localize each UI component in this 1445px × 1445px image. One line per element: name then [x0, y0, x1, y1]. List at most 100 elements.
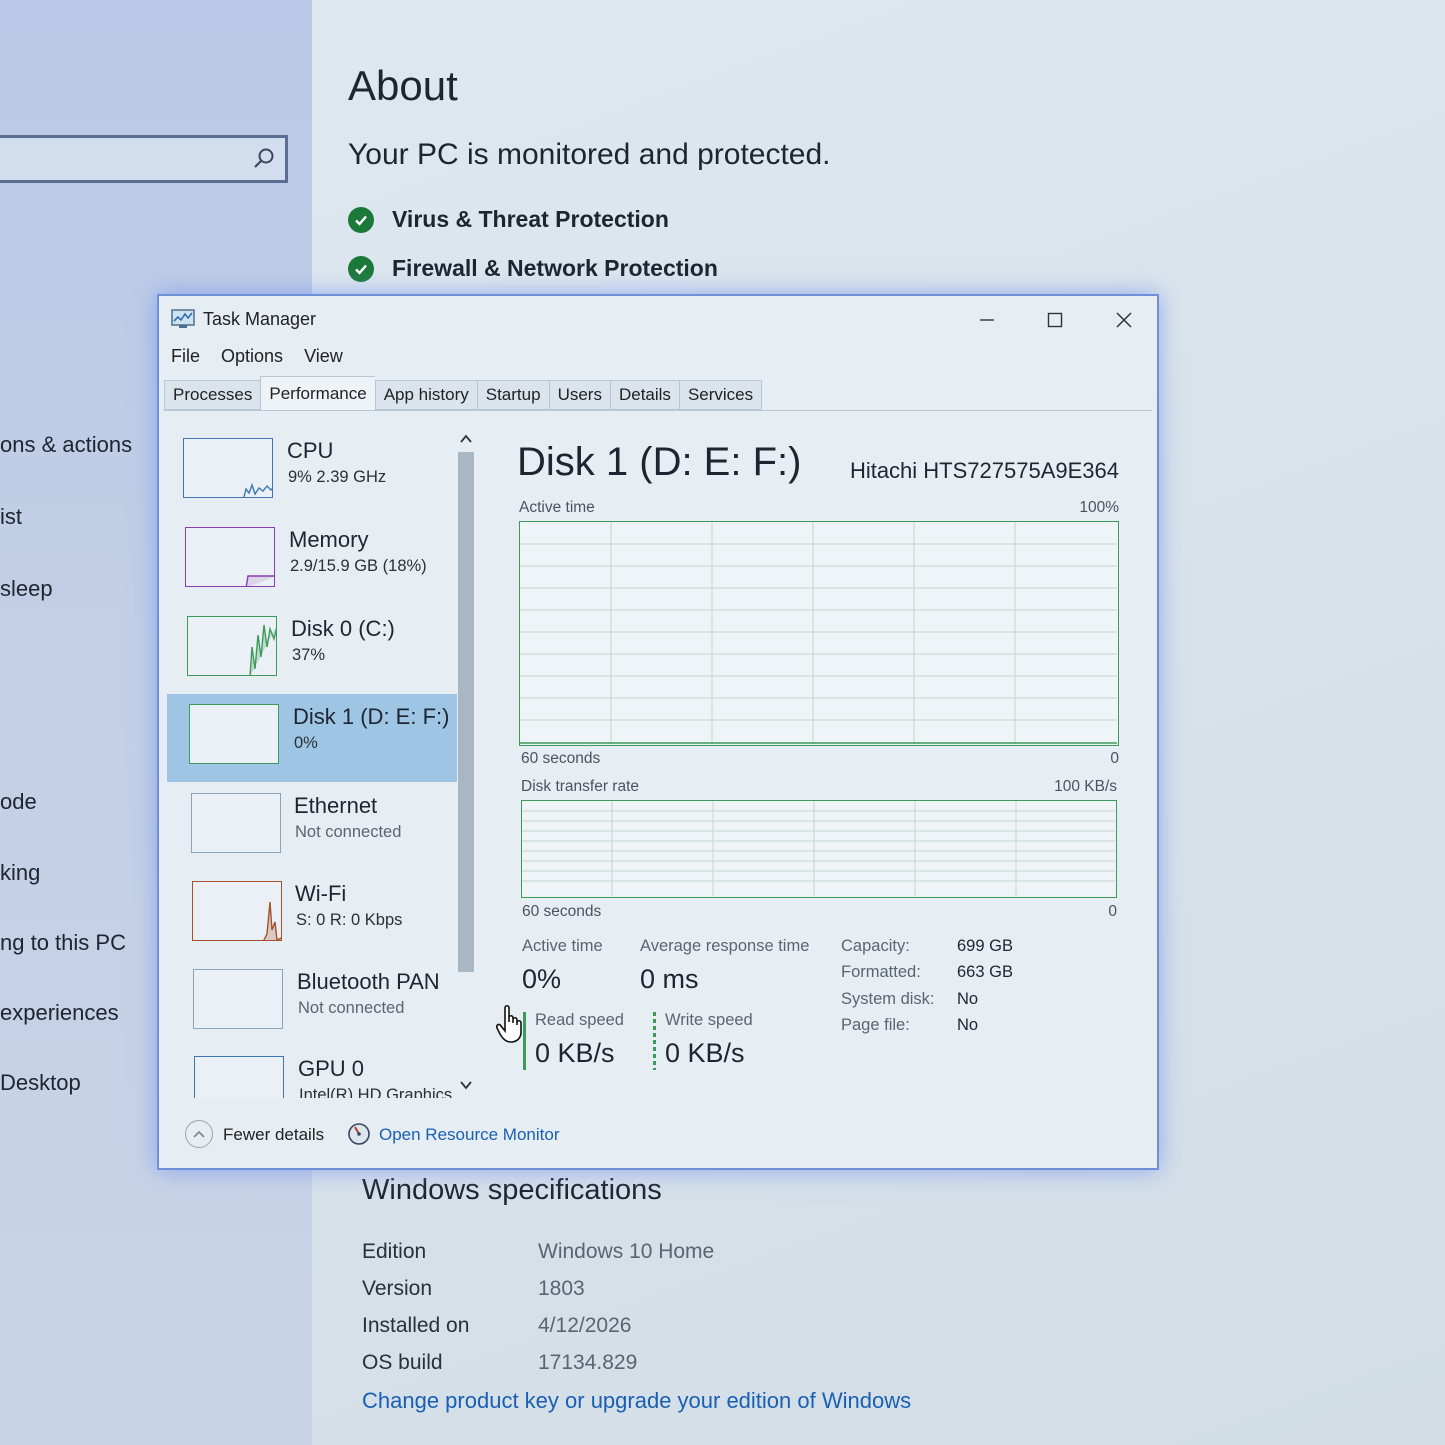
menu-view[interactable]: View	[304, 346, 343, 367]
device-list-scrollbar[interactable]	[455, 428, 477, 1100]
transfer-rate-chart-min: 0	[1108, 903, 1117, 920]
transfer-rate-chart-label: Disk transfer rate	[521, 778, 640, 795]
active-time-value: 0%	[522, 964, 562, 994]
spec-value-os-build: 17134.829	[538, 1351, 638, 1374]
device-subtext: 9% 2.39 GHz	[288, 468, 387, 486]
windows-spec-title: Windows specifications	[362, 1174, 662, 1206]
scroll-down-arrow[interactable]	[458, 1076, 474, 1094]
menu-file[interactable]: File	[171, 346, 200, 367]
resource-monitor-icon[interactable]	[347, 1122, 371, 1146]
device-name: Bluetooth PAN	[297, 969, 440, 994]
gpu-mini-graph	[194, 1056, 284, 1098]
device-name: Wi-Fi	[295, 881, 347, 906]
tab-performance[interactable]: Performance	[260, 376, 375, 410]
write-speed-value: 0 KB/s	[665, 1038, 745, 1068]
check-circle-icon	[348, 255, 374, 282]
scroll-up-arrow[interactable]	[458, 430, 474, 448]
nav-item-tablet-mode[interactable]: ode	[0, 789, 37, 815]
device-name: GPU 0	[298, 1056, 365, 1081]
minimize-button[interactable]	[967, 304, 1007, 336]
capacity-label: Capacity:	[841, 937, 910, 955]
protection-status-text: Your PC is monitored and protected.	[348, 138, 831, 171]
settings-search-input[interactable]	[7, 146, 247, 172]
disk-title: Disk 1 (D: E: F:)	[517, 440, 802, 484]
formatted-label: Formatted:	[841, 963, 921, 981]
close-icon	[1116, 312, 1132, 328]
device-name: CPU	[287, 438, 334, 463]
settings-search-box[interactable]	[0, 135, 288, 183]
scroll-thumb[interactable]	[458, 452, 474, 972]
device-name: Disk 0 (C:)	[291, 616, 395, 641]
system-disk-value: No	[957, 990, 979, 1008]
task-manager-footer: Fewer details Open Resource Monitor	[171, 1118, 1151, 1154]
device-item-bluetooth-pan[interactable]: Bluetooth PAN Not connected	[167, 959, 457, 1047]
spec-label-os-build: OS build	[362, 1351, 443, 1374]
read-speed-value: 0 KB/s	[535, 1038, 615, 1068]
device-item-memory[interactable]: Memory 2.9/15.9 GB (18%)	[167, 517, 457, 605]
device-subtext: 0%	[294, 734, 318, 752]
read-speed-label: Read speed	[535, 1011, 624, 1029]
protection-row-virus[interactable]: Virus & Threat Protection	[348, 206, 669, 233]
task-manager-icon	[171, 309, 195, 328]
device-item-cpu[interactable]: CPU 9% 2.39 GHz	[167, 428, 457, 516]
device-item-disk-1[interactable]: Disk 1 (D: E: F:) 0%	[167, 694, 457, 782]
avg-response-label: Average response time	[640, 937, 810, 955]
close-button[interactable]	[1104, 304, 1144, 336]
tab-details[interactable]: Details	[609, 380, 679, 410]
nav-item-shared-experiences[interactable]: experiences	[0, 1000, 119, 1026]
change-product-key-link[interactable]: Change product key or upgrade your editi…	[362, 1388, 911, 1414]
active-time-grid	[520, 522, 1117, 744]
device-item-ethernet[interactable]: Ethernet Not connected	[167, 783, 457, 871]
tab-processes[interactable]: Processes	[164, 380, 261, 410]
nav-item-power-sleep[interactable]: sleep	[0, 576, 53, 602]
maximize-icon	[1047, 312, 1063, 328]
disk-1-mini-graph	[189, 704, 279, 764]
memory-mini-graph	[185, 527, 275, 587]
spec-value-edition: Windows 10 Home	[538, 1240, 715, 1263]
title-bar[interactable]: Task Manager	[159, 296, 1157, 340]
cpu-mini-graph	[183, 438, 273, 498]
device-item-gpu-0[interactable]: GPU 0 Intel(R) HD Graphics	[167, 1046, 457, 1098]
device-subtext: 2.9/15.9 GB (18%)	[290, 557, 427, 575]
active-time-label: Active time	[522, 937, 603, 955]
page-title: About	[348, 62, 458, 109]
device-item-disk-0[interactable]: Disk 0 (C:) 37%	[167, 606, 457, 694]
formatted-value: 663 GB	[957, 963, 1013, 981]
maximize-button[interactable]	[1035, 304, 1075, 336]
device-name: Disk 1 (D: E: F:)	[293, 704, 450, 729]
protection-row-firewall[interactable]: Firewall & Network Protection	[348, 255, 718, 282]
nav-item-notifications-actions[interactable]: ons & actions	[0, 432, 132, 458]
device-list: CPU 9% 2.39 GHz Memory 2.9/15.9 GB (18%)…	[167, 428, 457, 1098]
nav-item-projecting-to-this-pc[interactable]: ng to this PC	[0, 930, 126, 956]
device-subtext: 37%	[292, 646, 326, 664]
nav-item-multitasking[interactable]: king	[0, 860, 40, 886]
spec-label-version: Version	[362, 1277, 433, 1300]
tab-strip: Processes Performance App history Startu…	[164, 376, 763, 410]
menu-bar: File Options View	[171, 346, 343, 367]
spec-label-edition: Edition	[362, 1240, 427, 1263]
disk-0-mini-graph	[187, 616, 277, 676]
open-resource-monitor-link[interactable]: Open Resource Monitor	[379, 1125, 559, 1145]
minimize-icon	[980, 319, 994, 321]
active-time-chart	[519, 521, 1119, 746]
tab-users[interactable]: Users	[548, 380, 610, 410]
nav-item-remote-desktop[interactable]: Desktop	[0, 1070, 81, 1096]
nav-item-focus-assist[interactable]: ist	[0, 504, 22, 530]
tab-app-history[interactable]: App history	[374, 380, 477, 410]
transfer-rate-grid	[522, 801, 1115, 896]
fewer-details-button[interactable]: Fewer details	[223, 1125, 324, 1145]
tab-startup[interactable]: Startup	[476, 380, 549, 410]
device-name: Ethernet	[294, 793, 378, 818]
write-speed-label: Write speed	[665, 1011, 753, 1029]
device-subtext: Not connected	[298, 999, 405, 1017]
device-subtext: Not connected	[295, 823, 402, 841]
tab-services[interactable]: Services	[678, 380, 763, 410]
chevron-down-icon	[460, 1081, 472, 1090]
search-icon[interactable]	[251, 146, 277, 172]
disk-model: Hitachi HTS727575A9E364	[849, 458, 1119, 483]
device-item-wifi[interactable]: Wi-Fi S: 0 R: 0 Kbps	[167, 871, 457, 959]
chevron-up-circle-icon[interactable]	[185, 1120, 213, 1148]
menu-options[interactable]: Options	[221, 346, 283, 367]
page-file-value: No	[957, 1016, 979, 1034]
transfer-rate-chart	[521, 800, 1117, 898]
